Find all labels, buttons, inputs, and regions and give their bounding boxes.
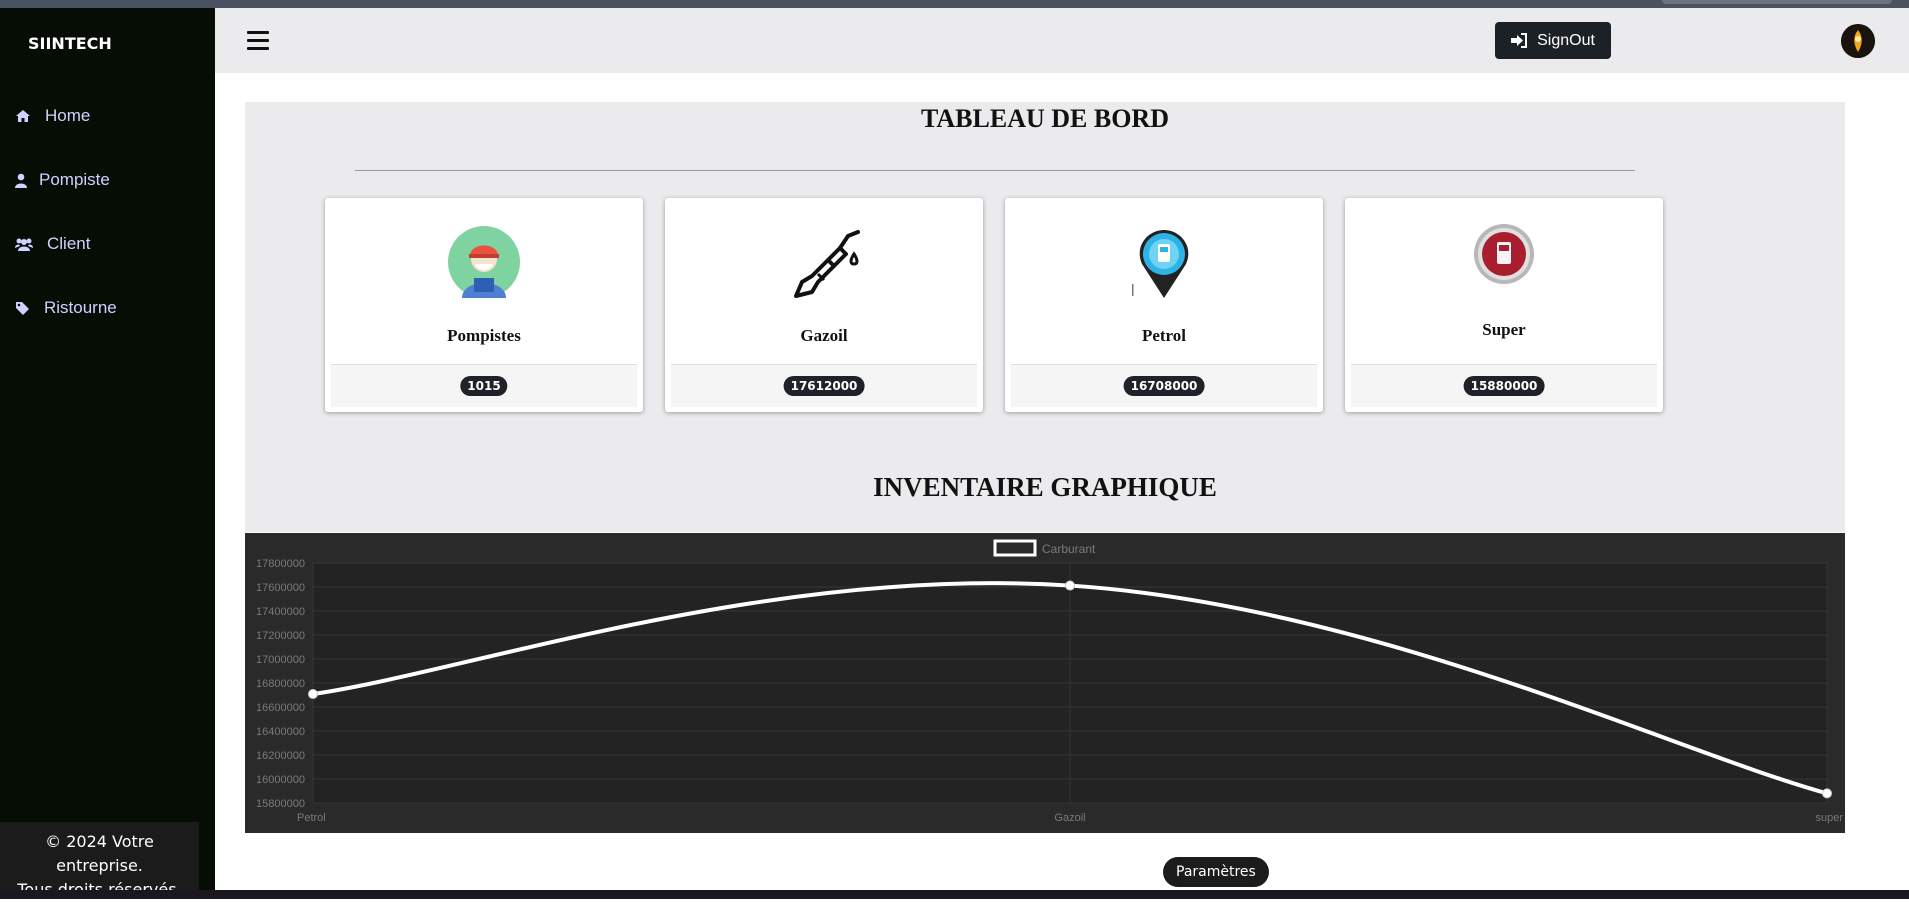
super-pump-icon xyxy=(1464,222,1540,294)
menu-toggle-icon[interactable] xyxy=(247,31,269,50)
tag-icon xyxy=(16,301,29,315)
card-label: Pompistes xyxy=(447,326,521,345)
user-avatar[interactable] xyxy=(1841,24,1875,58)
signout-button[interactable]: SignOut xyxy=(1495,22,1611,59)
sidebar-item-pompiste[interactable]: Pompiste xyxy=(15,170,110,190)
sidebar-item-label: Home xyxy=(45,106,91,125)
card-label: Gazoil xyxy=(800,326,848,345)
y-tick-label: 16400000 xyxy=(256,726,305,738)
data-point xyxy=(1065,580,1075,591)
user-icon xyxy=(15,173,27,188)
card-footer: 16708000 xyxy=(1011,364,1317,407)
inventory-chart[interactable]: 15800000 16000000 16200000 16400000 16600000… xyxy=(245,533,1845,833)
y-tick-label: 17200000 xyxy=(256,630,305,642)
y-tick-label: 16800000 xyxy=(256,678,305,690)
parameters-label: Paramètres xyxy=(1176,864,1256,880)
data-point xyxy=(308,689,318,700)
topbar: SignOut xyxy=(215,8,1909,73)
y-tick-label: 16000000 xyxy=(256,774,305,786)
sidebar-item-label: Client xyxy=(47,234,91,253)
legend-label: Carburant xyxy=(1042,542,1096,556)
inventory-title: INVENTAIRE GRAPHIQUE xyxy=(873,472,1217,502)
brand-logo[interactable]: SIINTECH xyxy=(28,34,112,53)
y-tick-label: 16600000 xyxy=(256,702,305,714)
petrol-pin-icon xyxy=(1128,226,1200,298)
browser-tab-edge xyxy=(1662,0,1892,4)
fuel-nozzle-icon xyxy=(788,226,860,298)
line-chart-svg: 15800000 16000000 16200000 16400000 16600000… xyxy=(256,539,1843,824)
count-badge: 1015 xyxy=(460,376,508,396)
users-icon xyxy=(15,238,33,251)
stat-card-pompistes[interactable]: Pompistes 1015 xyxy=(325,198,643,412)
card-label: Super xyxy=(1482,320,1526,339)
home-icon xyxy=(16,110,30,122)
copyright-line: © 2024 Votre entreprise. xyxy=(45,832,154,875)
card-label: Petrol xyxy=(1141,326,1187,345)
count-badge: 15880000 xyxy=(1463,376,1545,396)
card-footer: 17612000 xyxy=(671,364,977,407)
y-tick-label: 17000000 xyxy=(256,654,305,666)
parameters-button[interactable]: Paramètres xyxy=(1163,857,1269,887)
browser-top-strip xyxy=(0,0,1909,8)
y-tick-label: 17600000 xyxy=(256,582,305,594)
y-tick-label: 15800000 xyxy=(256,798,305,810)
sidebar-item-home[interactable]: Home xyxy=(15,106,90,126)
data-point xyxy=(1822,788,1832,799)
x-tick-label: Petrol xyxy=(297,812,326,824)
pump-attendant-icon xyxy=(448,226,520,298)
y-tick-label: 17400000 xyxy=(256,606,305,618)
count-badge: 17612000 xyxy=(783,376,865,396)
card-footer: 15880000 xyxy=(1351,364,1657,407)
copyright-footer: © 2024 Votre entreprise. Tous droits rés… xyxy=(0,822,199,899)
sidebar-item-label: Ristourne xyxy=(44,298,117,317)
signout-icon xyxy=(1511,33,1528,48)
x-tick-label: super xyxy=(1815,812,1843,824)
sidebar: SIINTECH Home Pompiste Client Ristourne xyxy=(0,8,215,890)
sidebar-item-label: Pompiste xyxy=(39,170,110,189)
browser-bottom-strip xyxy=(0,890,1909,899)
signout-label: SignOut xyxy=(1537,31,1595,49)
stat-card-super[interactable]: Super 15880000 xyxy=(1345,198,1663,412)
stat-card-petrol[interactable]: Petrol 16708000 xyxy=(1005,198,1323,412)
page-title: TABLEAU DE BORD xyxy=(920,104,1169,133)
y-tick-label: 16200000 xyxy=(256,750,305,762)
card-footer: 1015 xyxy=(331,364,637,407)
stat-card-gazoil[interactable]: Gazoil 17612000 xyxy=(665,198,983,412)
count-badge: 16708000 xyxy=(1123,376,1205,396)
sidebar-item-client[interactable]: Client xyxy=(15,234,90,254)
title-divider xyxy=(355,170,1635,171)
y-tick-label: 17800000 xyxy=(256,558,305,570)
x-tick-label: Gazoil xyxy=(1054,812,1085,824)
sidebar-item-ristourne[interactable]: Ristourne xyxy=(15,298,117,318)
legend-swatch xyxy=(993,539,1037,557)
